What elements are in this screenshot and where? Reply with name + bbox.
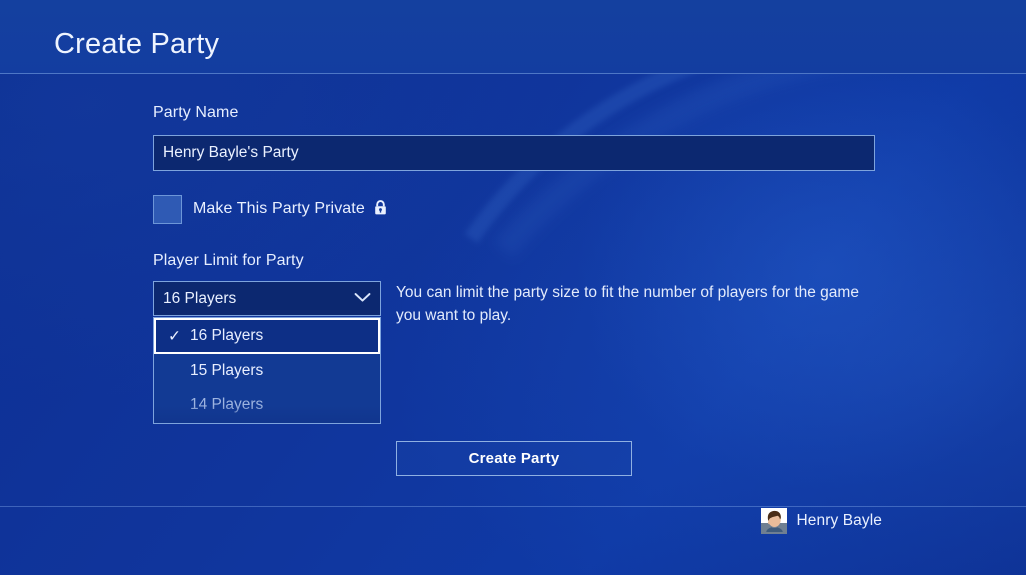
lock-icon (374, 199, 387, 220)
avatar (761, 508, 788, 534)
player-limit-description: You can limit the party size to fit the … (396, 284, 859, 324)
player-limit-option-14[interactable]: 14 Players (154, 388, 380, 422)
footer-divider (0, 506, 1026, 507)
make-party-private-row[interactable]: Make This Party Private (153, 195, 387, 224)
make-party-private-text: Make This Party Private (193, 199, 365, 217)
player-limit-select[interactable]: 16 Players (153, 281, 381, 316)
party-name-input[interactable] (153, 135, 875, 171)
page-title: Create Party (54, 28, 220, 60)
player-limit-option-16[interactable]: ✓ 16 Players (154, 318, 380, 354)
option-label: 14 Players (190, 396, 264, 413)
current-user[interactable]: Henry Bayle (761, 508, 882, 534)
create-party-button[interactable]: Create Party (396, 441, 632, 476)
header-divider (0, 73, 1026, 74)
make-party-private-checkbox[interactable] (153, 195, 182, 224)
player-limit-label: Player Limit for Party (153, 252, 304, 269)
user-name: Henry Bayle (796, 512, 882, 529)
player-limit-options-list[interactable]: ✓ 16 Players 15 Players 14 Players (153, 317, 381, 424)
chevron-down-icon (354, 290, 371, 308)
make-party-private-label: Make This Party Private (193, 200, 387, 220)
option-label: 16 Players (190, 327, 264, 344)
player-limit-option-15[interactable]: 15 Players (154, 354, 380, 388)
create-party-screen: Create Party Party Name Make This Party … (0, 0, 1026, 575)
background-glow (566, 40, 1026, 500)
option-check-icon: ✓ (168, 327, 181, 345)
option-label: 15 Players (190, 362, 264, 379)
player-limit-selected-value: 16 Players (163, 289, 237, 307)
party-name-label: Party Name (153, 104, 239, 121)
